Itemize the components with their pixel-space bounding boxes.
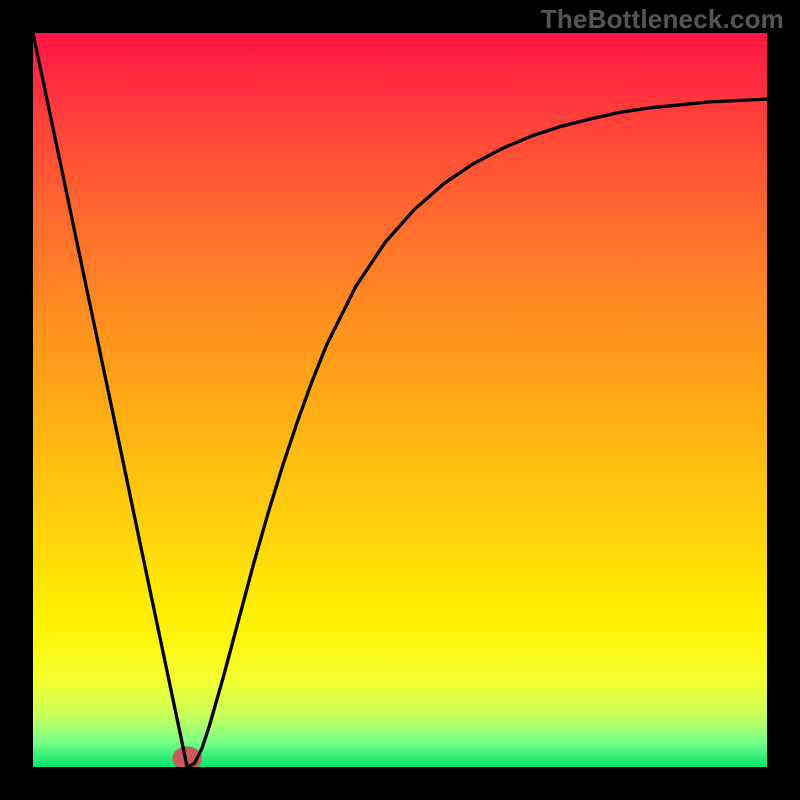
- chart-background: [33, 33, 767, 767]
- chart-frame: TheBottleneck.com: [0, 0, 800, 800]
- watermark-text: TheBottleneck.com: [541, 4, 784, 35]
- bottleneck-chart: [33, 33, 767, 767]
